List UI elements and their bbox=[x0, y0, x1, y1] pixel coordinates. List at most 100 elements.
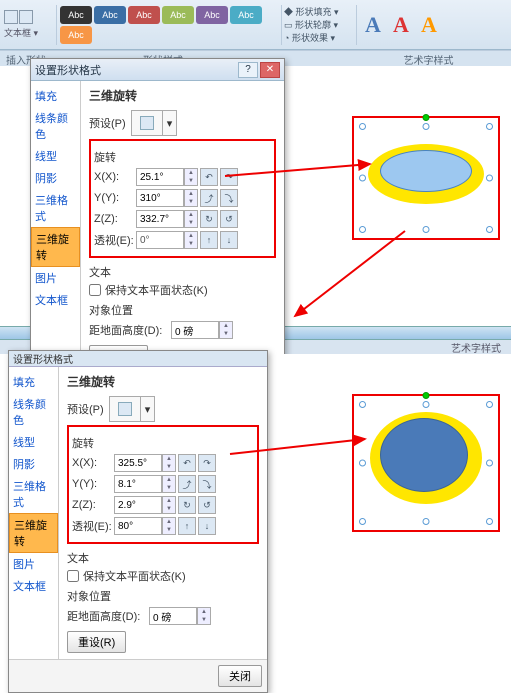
z-cw-icon[interactable]: ↻ bbox=[178, 496, 196, 514]
sidebar-item[interactable]: 图片 bbox=[9, 553, 58, 575]
resize-handle[interactable] bbox=[359, 401, 366, 408]
y-up-icon[interactable]: ⤴ bbox=[200, 189, 218, 207]
shape-style-gallery[interactable]: AbcAbcAbcAbcAbcAbcAbc bbox=[59, 5, 279, 45]
persp-wide-icon[interactable]: ↓ bbox=[198, 517, 216, 535]
wordart-gallery[interactable]: AAA bbox=[359, 12, 443, 38]
selected-shape[interactable] bbox=[362, 126, 490, 230]
sidebar-item[interactable]: 线型 bbox=[9, 431, 58, 453]
z-spinner[interactable]: ▲▼ bbox=[162, 496, 176, 514]
shape-outline-menu[interactable]: ▭ 形状轮廓 ▾ bbox=[284, 18, 354, 31]
dialog-titlebar[interactable]: 设置形状格式 ? ✕ bbox=[31, 59, 284, 81]
rotation-handle[interactable] bbox=[423, 114, 430, 121]
x-spinner[interactable]: ▲▼ bbox=[162, 454, 176, 472]
sidebar-item[interactable]: 阴影 bbox=[9, 453, 58, 475]
y-input[interactable] bbox=[114, 475, 162, 493]
x-input[interactable] bbox=[136, 168, 184, 186]
resize-handle[interactable] bbox=[486, 401, 493, 408]
sidebar-item[interactable]: 图片 bbox=[31, 267, 80, 289]
preset-dropdown[interactable]: ▾ bbox=[141, 396, 155, 422]
sidebar-item[interactable]: 文本框 bbox=[9, 575, 58, 597]
resize-handle[interactable] bbox=[423, 401, 430, 408]
z-ccw-icon[interactable]: ↺ bbox=[220, 210, 238, 228]
dialog-title: 设置形状格式 bbox=[13, 351, 73, 366]
resize-handle[interactable] bbox=[423, 518, 430, 525]
style-pill[interactable]: Abc bbox=[128, 6, 160, 24]
wordart-style[interactable]: A bbox=[359, 12, 387, 38]
shape-thumb[interactable] bbox=[19, 10, 33, 24]
wordart-style[interactable]: A bbox=[387, 12, 415, 38]
preset-dropdown[interactable]: ▾ bbox=[163, 110, 177, 136]
distance-input[interactable] bbox=[149, 607, 197, 625]
close-button[interactable]: ✕ bbox=[260, 62, 280, 78]
shape-effects-menu[interactable]: ◔ 形状效果 ▾ bbox=[284, 31, 354, 44]
persp-input[interactable] bbox=[114, 517, 162, 535]
y-down-icon[interactable]: ⤵ bbox=[198, 475, 216, 493]
shape-thumb[interactable] bbox=[4, 10, 18, 24]
x-spinner[interactable]: ▲▼ bbox=[184, 168, 198, 186]
distance-spinner[interactable]: ▲▼ bbox=[197, 607, 211, 625]
resize-handle[interactable] bbox=[486, 226, 493, 233]
textbox-button[interactable]: 文本框 ▾ bbox=[4, 26, 54, 39]
resize-handle[interactable] bbox=[486, 175, 493, 182]
z-cw-icon[interactable]: ↻ bbox=[200, 210, 218, 228]
sidebar-item[interactable]: 线条颜色 bbox=[9, 393, 58, 431]
preset-button[interactable] bbox=[109, 396, 141, 422]
resize-handle[interactable] bbox=[423, 123, 430, 130]
sidebar-item[interactable]: 线型 bbox=[31, 145, 80, 167]
y-spinner[interactable]: ▲▼ bbox=[162, 475, 176, 493]
dialog-close-button[interactable]: 关闭 bbox=[218, 665, 262, 687]
z-ccw-icon[interactable]: ↺ bbox=[198, 496, 216, 514]
resize-handle[interactable] bbox=[359, 175, 366, 182]
style-pill[interactable]: Abc bbox=[196, 6, 228, 24]
sidebar-item[interactable]: 线条颜色 bbox=[31, 107, 80, 145]
selected-shape[interactable] bbox=[362, 404, 490, 522]
keep-flat-checkbox[interactable] bbox=[67, 570, 79, 582]
persp-narrow-icon[interactable]: ↑ bbox=[178, 517, 196, 535]
sidebar-item[interactable]: 文本框 bbox=[31, 289, 80, 311]
help-button[interactable]: ? bbox=[238, 62, 258, 78]
persp-spinner[interactable]: ▲▼ bbox=[162, 517, 176, 535]
sidebar-item[interactable]: 三维旋转 bbox=[9, 513, 58, 553]
resize-handle[interactable] bbox=[486, 518, 493, 525]
x-left-icon[interactable]: ↶ bbox=[200, 168, 218, 186]
sidebar-item[interactable]: 填充 bbox=[31, 85, 80, 107]
sidebar-item[interactable]: 三维旋转 bbox=[31, 227, 80, 267]
z-input[interactable] bbox=[136, 210, 184, 228]
style-pill[interactable]: Abc bbox=[60, 6, 92, 24]
wordart-style[interactable]: A bbox=[415, 12, 443, 38]
sidebar-item[interactable]: 三维格式 bbox=[31, 189, 80, 227]
style-pill[interactable]: Abc bbox=[162, 6, 194, 24]
reset-button[interactable]: 重设(R) bbox=[67, 631, 126, 653]
y-up-icon[interactable]: ⤴ bbox=[178, 475, 196, 493]
resize-handle[interactable] bbox=[359, 226, 366, 233]
resize-handle[interactable] bbox=[359, 518, 366, 525]
resize-handle[interactable] bbox=[423, 226, 430, 233]
y-down-icon[interactable]: ⤵ bbox=[220, 189, 238, 207]
x-left-icon[interactable]: ↶ bbox=[178, 454, 196, 472]
sidebar-item[interactable]: 阴影 bbox=[31, 167, 80, 189]
preset-button[interactable] bbox=[131, 110, 163, 136]
resize-handle[interactable] bbox=[359, 123, 366, 130]
style-pill[interactable]: Abc bbox=[60, 26, 92, 44]
sidebar-item[interactable]: 三维格式 bbox=[9, 475, 58, 513]
y-input[interactable] bbox=[136, 189, 184, 207]
distance-spinner[interactable]: ▲▼ bbox=[219, 321, 233, 339]
sidebar-item[interactable]: 填充 bbox=[9, 371, 58, 393]
resize-handle[interactable] bbox=[486, 123, 493, 130]
shape-fill-menu[interactable]: ◆ 形状填充 ▾ bbox=[284, 5, 354, 18]
x-right-icon[interactable]: ↷ bbox=[198, 454, 216, 472]
keep-flat-checkbox[interactable] bbox=[89, 284, 101, 296]
x-input[interactable] bbox=[114, 454, 162, 472]
z-input[interactable] bbox=[114, 496, 162, 514]
resize-handle[interactable] bbox=[486, 460, 493, 467]
style-pill[interactable]: Abc bbox=[230, 6, 262, 24]
resize-handle[interactable] bbox=[359, 460, 366, 467]
distance-input[interactable] bbox=[171, 321, 219, 339]
x-right-icon[interactable]: ↷ bbox=[220, 168, 238, 186]
dialog-titlebar[interactable]: 设置形状格式 bbox=[9, 351, 267, 367]
rotation-handle[interactable] bbox=[423, 392, 430, 399]
rotation-label: 旋转 bbox=[94, 149, 271, 165]
z-spinner[interactable]: ▲▼ bbox=[184, 210, 198, 228]
style-pill[interactable]: Abc bbox=[94, 6, 126, 24]
y-spinner[interactable]: ▲▼ bbox=[184, 189, 198, 207]
